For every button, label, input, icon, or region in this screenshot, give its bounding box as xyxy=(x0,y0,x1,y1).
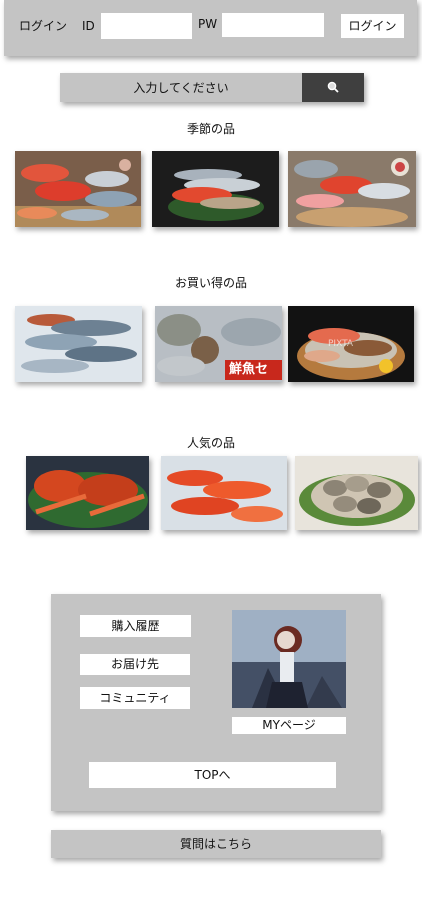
seasonal-product-1[interactable] xyxy=(15,151,141,227)
bargain-overlay-text: 鮮魚セ xyxy=(229,362,269,377)
seasonal-image-2 xyxy=(152,151,279,227)
account-panel: 購入履歴 お届け先 コミュニティ MYページ TOPへ xyxy=(51,594,381,811)
search-input[interactable] xyxy=(60,73,302,102)
popular-title: 人気の品 xyxy=(186,436,235,450)
bargain-product-1[interactable] xyxy=(15,306,142,382)
seasonal-title: 季節の品 xyxy=(186,122,235,136)
bargain-product-3[interactable]: PIXTA xyxy=(288,306,414,382)
login-button[interactable]: ログイン xyxy=(341,14,404,38)
seasonal-image-1 xyxy=(15,151,141,227)
purchase-history-button[interactable]: 購入履歴 xyxy=(80,615,191,637)
top-button[interactable]: TOPへ xyxy=(89,762,336,788)
profile-avatar[interactable] xyxy=(232,610,346,708)
search-icon xyxy=(327,81,339,93)
bargain-image-1 xyxy=(15,306,142,382)
seasonal-product-2[interactable] xyxy=(152,151,279,227)
popular-image-1 xyxy=(26,456,149,530)
popular-product-3[interactable] xyxy=(295,456,418,530)
id-input[interactable] xyxy=(101,13,192,39)
pw-label: PW xyxy=(198,17,218,31)
search-bar xyxy=(60,73,364,102)
bargain-product-2[interactable]: 鮮魚セ xyxy=(155,306,282,382)
login-bar: ログイン ID PW ログイン xyxy=(4,0,417,56)
bargain-title: お買い得の品 xyxy=(174,276,247,290)
popular-image-3 xyxy=(295,456,418,530)
delivery-button[interactable]: お届け先 xyxy=(80,654,190,675)
faq-button[interactable]: 質問はこちら xyxy=(51,830,381,858)
search-button[interactable] xyxy=(302,73,364,102)
seasonal-product-3[interactable] xyxy=(288,151,416,227)
login-title: ログイン xyxy=(19,19,68,33)
pw-input[interactable] xyxy=(222,13,324,37)
community-button[interactable]: コミュニティ xyxy=(80,687,190,709)
avatar-image xyxy=(232,610,346,708)
mypage-button[interactable]: MYページ xyxy=(232,717,346,734)
seasonal-image-3 xyxy=(288,151,416,227)
popular-image-2 xyxy=(161,456,287,530)
id-label: ID xyxy=(82,19,95,33)
popular-product-2[interactable] xyxy=(161,456,287,530)
popular-product-1[interactable] xyxy=(26,456,149,530)
bargain-watermark: PIXTA xyxy=(328,339,354,349)
